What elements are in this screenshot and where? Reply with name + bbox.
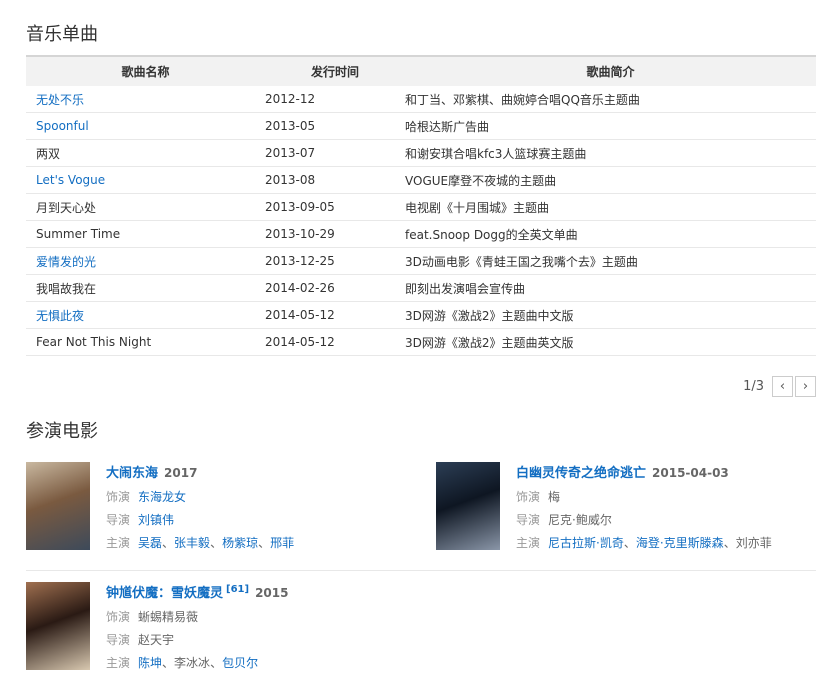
pagination: 1/3 ‹ › xyxy=(743,376,816,397)
song-desc: 即刻出发演唱会宣传曲 xyxy=(405,274,816,302)
director-value[interactable]: 刘镇伟 xyxy=(138,513,174,527)
song-date: 2012-12 xyxy=(265,86,405,113)
song-desc: 3D动画电影《青蛙王国之我嘴个去》主题曲 xyxy=(405,247,816,275)
movie-poster[interactable] xyxy=(26,462,90,550)
song-date: 2013-05 xyxy=(265,112,405,140)
director-value: 尼克·鲍威尔 xyxy=(548,513,612,527)
song-desc: 和丁当、邓紫棋、曲婉婷合唱QQ音乐主题曲 xyxy=(405,86,816,113)
music-section-title: 音乐单曲 xyxy=(26,24,98,45)
cast-member[interactable]: 张丰毅 xyxy=(174,536,210,550)
page-indicator: 1/3 xyxy=(743,379,764,394)
cast-member[interactable]: 包贝尔 xyxy=(222,656,258,670)
director-label: 导演 xyxy=(106,513,131,527)
chevron-left-icon: ‹ xyxy=(779,379,786,394)
chevron-right-icon: › xyxy=(802,379,809,394)
cast-member[interactable]: 尼古拉斯·凯奇 xyxy=(548,536,624,550)
song-date: 2014-02-26 xyxy=(265,274,405,302)
movie-title[interactable]: 大闹东海 xyxy=(106,466,158,481)
songs-table: 歌曲名称 发行时间 歌曲简介 无处不乐 2012-12 和丁当、邓紫棋、曲婉婷合唱Q… xyxy=(26,55,816,356)
table-row: 两双 2013-07 和谢安琪合唱kfc3人篮球赛主题曲 xyxy=(26,139,816,167)
song-name: 两双 xyxy=(36,146,61,161)
song-name: 我唱故我在 xyxy=(36,281,97,296)
song-date: 2014-05-12 xyxy=(265,328,405,356)
next-page-button[interactable]: › xyxy=(795,376,816,397)
song-desc: VOGUE摩登不夜城的主题曲 xyxy=(405,166,816,194)
song-desc: 哈根达斯广告曲 xyxy=(405,112,816,140)
cast-member[interactable]: 陈坤 xyxy=(138,656,162,670)
song-desc: feat.Snoop Dogg的全英文单曲 xyxy=(405,220,816,248)
cast-member[interactable]: 邢菲 xyxy=(270,536,294,550)
song-name[interactable]: 爱情发的光 xyxy=(36,255,96,269)
cast-member[interactable]: 海登·克里斯滕森 xyxy=(636,536,724,550)
song-date: 2013-12-25 xyxy=(265,247,405,275)
cast-member: 李冰冰 xyxy=(174,656,211,670)
citation-link[interactable]: [61] xyxy=(226,584,249,595)
movie-section-title: 参演电影 xyxy=(26,421,98,442)
table-header-row: 歌曲名称 发行时间 歌曲简介 xyxy=(26,55,816,86)
song-name[interactable]: 无惧此夜 xyxy=(36,309,84,323)
song-desc: 3D网游《激战2》主题曲中文版 xyxy=(405,301,816,329)
role-value: 梅 xyxy=(548,490,561,504)
col-header-desc: 歌曲简介 xyxy=(405,55,816,86)
movie-divider xyxy=(26,570,816,571)
song-date: 2013-09-05 xyxy=(265,193,405,221)
song-date: 2013-10-29 xyxy=(265,220,405,248)
director-label: 导演 xyxy=(516,513,541,527)
song-name[interactable]: Spoonful xyxy=(36,119,89,133)
song-date: 2013-07 xyxy=(265,139,405,167)
table-row: 爱情发的光 2013-12-25 3D动画电影《青蛙王国之我嘴个去》主题曲 xyxy=(26,247,816,275)
movie-title[interactable]: 钟馗伏魔：雪妖魔灵 xyxy=(106,586,223,601)
col-header-date: 发行时间 xyxy=(265,55,405,86)
role-label: 饰演 xyxy=(516,490,541,504)
table-row: Let's Vogue 2013-08 VOGUE摩登不夜城的主题曲 xyxy=(26,166,816,194)
song-name[interactable]: Let's Vogue xyxy=(36,173,105,187)
table-row: 我唱故我在 2014-02-26 即刻出发演唱会宣传曲 xyxy=(26,274,816,302)
song-name[interactable]: 无处不乐 xyxy=(36,93,84,107)
table-row: 无惧此夜 2014-05-12 3D网游《激战2》主题曲中文版 xyxy=(26,301,816,329)
song-date: 2013-08 xyxy=(265,166,405,194)
song-name: 月到天心处 xyxy=(36,200,97,215)
song-desc: 和谢安琪合唱kfc3人篮球赛主题曲 xyxy=(405,139,816,167)
movie-title[interactable]: 白幽灵传奇之绝命逃亡 xyxy=(516,466,646,481)
role-value: 蜥蜴精易薇 xyxy=(138,610,199,624)
movie-year: 2017 xyxy=(164,466,198,480)
cast-label: 主演 xyxy=(106,656,131,670)
col-header-name: 歌曲名称 xyxy=(26,55,265,86)
song-name: Fear Not This Night xyxy=(36,335,152,349)
role-label: 饰演 xyxy=(106,490,131,504)
movie-poster[interactable] xyxy=(26,582,90,670)
table-row: Spoonful 2013-05 哈根达斯广告曲 xyxy=(26,112,816,140)
role-label: 饰演 xyxy=(106,610,131,624)
table-row: Summer Time 2013-10-29 feat.Snoop Dogg的全英文… xyxy=(26,220,816,248)
prev-page-button[interactable]: ‹ xyxy=(772,376,793,397)
role-value[interactable]: 东海龙女 xyxy=(138,490,186,504)
table-row: 无处不乐 2012-12 和丁当、邓紫棋、曲婉婷合唱QQ音乐主题曲 xyxy=(26,86,816,113)
director-label: 导演 xyxy=(106,633,131,647)
cast-member: 刘亦菲 xyxy=(735,536,772,550)
song-desc: 电视剧《十月围城》主题曲 xyxy=(405,193,816,221)
cast-label: 主演 xyxy=(516,536,541,550)
movie-poster[interactable] xyxy=(436,462,500,550)
song-date: 2014-05-12 xyxy=(265,301,405,329)
director-value: 赵天宇 xyxy=(138,633,175,647)
movie-year: 2015-04-03 xyxy=(652,466,729,480)
table-row: Fear Not This Night 2014-05-12 3D网游《激战2》主题… xyxy=(26,328,816,356)
cast-member[interactable]: 杨紫琼 xyxy=(222,536,258,550)
table-row: 月到天心处 2013-09-05 电视剧《十月围城》主题曲 xyxy=(26,193,816,221)
cast-label: 主演 xyxy=(106,536,131,550)
song-desc: 3D网游《激战2》主题曲英文版 xyxy=(405,328,816,356)
song-name: Summer Time xyxy=(36,227,121,241)
cast-member[interactable]: 吴磊 xyxy=(138,536,162,550)
movie-year: 2015 xyxy=(255,586,289,600)
